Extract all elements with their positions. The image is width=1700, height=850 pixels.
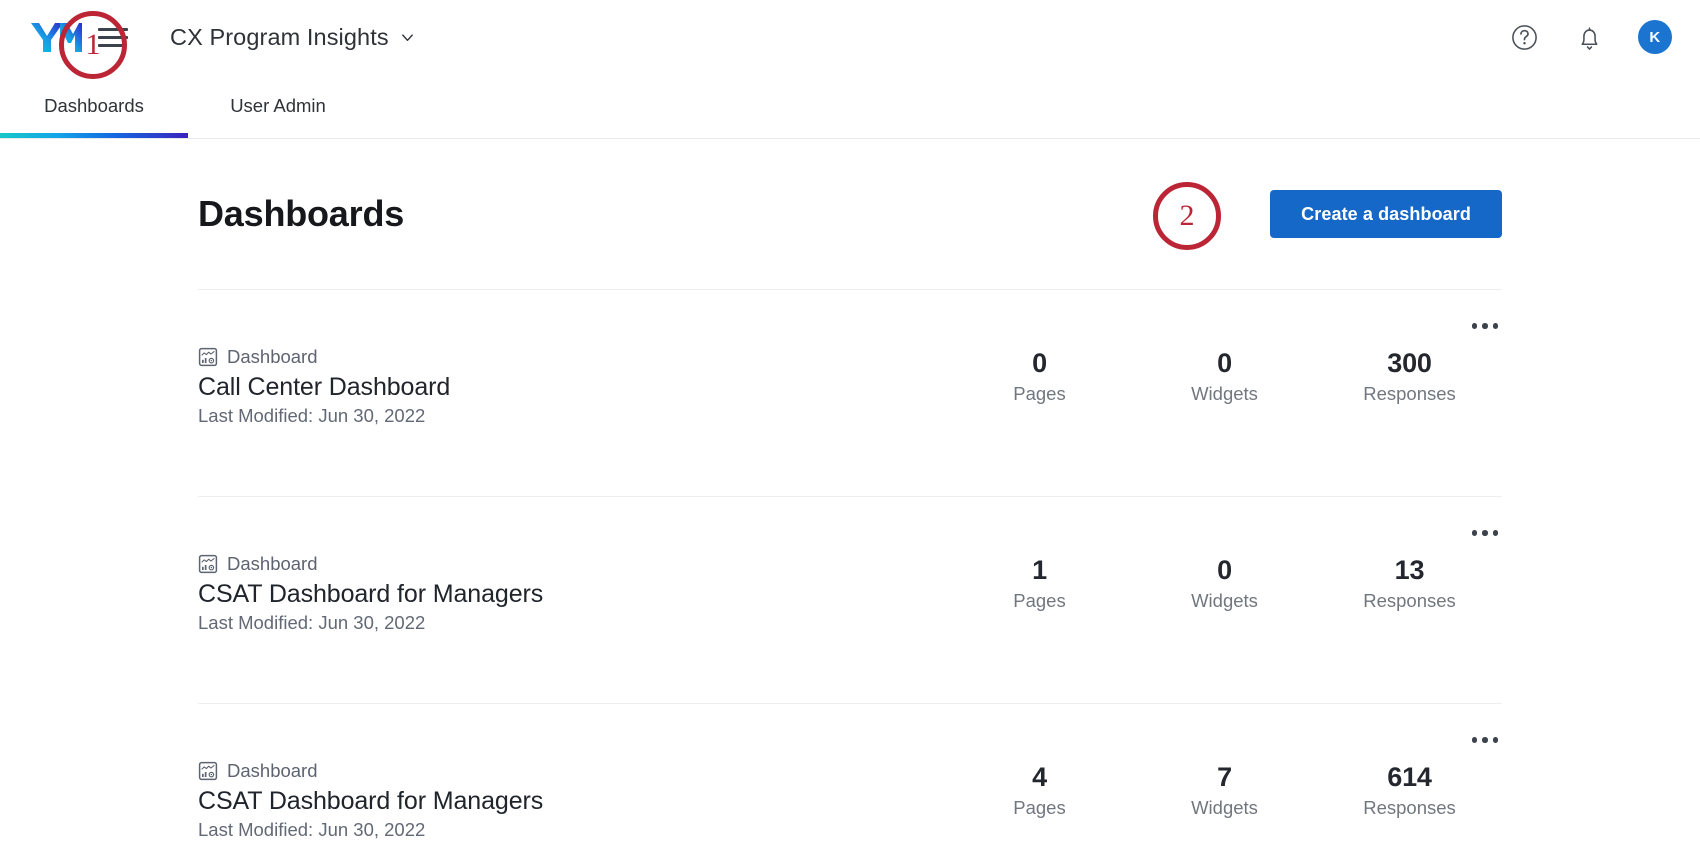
dashboard-icon [198,554,218,574]
dot [1482,323,1488,329]
create-dashboard-button[interactable]: Create a dashboard [1270,190,1502,238]
stat-label: Responses [1363,382,1456,404]
table-row[interactable]: Dashboard CSAT Dashboard for Managers La… [198,704,1502,850]
stat-responses: 13 Responses [1317,555,1502,612]
stat-label: Pages [1013,796,1066,818]
avatar[interactable]: K [1638,20,1672,54]
stat-responses: 614 Responses [1317,762,1502,819]
dot [1471,737,1478,743]
row-primary: Dashboard CSAT Dashboard for Managers La… [198,531,543,634]
table-row[interactable]: Dashboard CSAT Dashboard for Managers La… [198,497,1502,703]
row-name[interactable]: Call Center Dashboard [198,373,450,402]
dot [1492,737,1499,743]
row-modified: Last Modified: Jun 30, 2022 [198,819,426,840]
hamburger-menu-icon[interactable] [98,26,128,48]
row-kind: Dashboard [198,346,450,368]
stat-widgets: 7 Widgets [1132,762,1317,819]
page-header: Dashboards Create a dashboard [0,139,1700,289]
stat-label: Responses [1363,796,1456,818]
tab-bar: Dashboards User Admin [0,74,1700,139]
row-name[interactable]: CSAT Dashboard for Managers [198,580,543,609]
table-row[interactable]: Dashboard Call Center Dashboard Last Mod… [198,290,1502,496]
dashboard-list: Dashboard Call Center Dashboard Last Mod… [0,289,1700,850]
top-bar: CX Program Insights K 1 [0,0,1700,79]
app-switcher[interactable]: CX Program Insights [170,24,415,51]
top-bar-actions: K [1508,20,1672,54]
row-stats: 1 Pages 0 Widgets 13 Responses [947,531,1502,612]
row-primary: Dashboard Call Center Dashboard Last Mod… [198,324,450,427]
stat-pages: 1 Pages [947,555,1132,612]
stat-label: Responses [1363,589,1456,611]
page-title: Dashboards [198,193,405,234]
tab-user-admin[interactable]: User Admin [188,74,368,138]
chevron-down-icon [400,30,415,45]
page-content: Dashboards Create a dashboard Dashboard … [0,139,1700,850]
dashboard-icon [198,761,218,781]
xm-logo[interactable] [30,19,82,55]
dot [1471,530,1478,536]
stat-value: 0 [1032,348,1047,378]
dashboard-icon [198,347,218,367]
stat-value: 13 [1394,555,1425,585]
stat-value: 614 [1387,762,1432,792]
stat-value: 1 [1032,555,1047,585]
more-options-icon[interactable] [1468,726,1502,754]
row-kind-label: Dashboard [227,346,318,367]
tab-label: User Admin [230,95,326,116]
stat-value: 300 [1387,348,1432,378]
stat-value: 7 [1217,762,1232,792]
stat-widgets: 0 Widgets [1132,555,1317,612]
page-header-actions: Create a dashboard [1270,190,1502,238]
row-modified: Last Modified: Jun 30, 2022 [198,612,426,633]
row-kind-label: Dashboard [227,553,318,574]
dot [1482,530,1488,536]
stat-label: Widgets [1191,796,1258,818]
hamburger-line [98,27,128,31]
row-primary: Dashboard CSAT Dashboard for Managers La… [198,738,543,841]
stat-label: Widgets [1191,382,1258,404]
app-title: CX Program Insights [170,23,389,50]
row-kind: Dashboard [198,760,543,782]
stat-label: Pages [1013,589,1066,611]
row-stats: 0 Pages 0 Widgets 300 Responses [947,324,1502,405]
hamburger-line [98,43,123,47]
dot [1492,323,1499,329]
stat-label: Pages [1013,382,1066,404]
row-kind-label: Dashboard [227,760,318,781]
more-options-icon[interactable] [1468,312,1502,340]
tab-dashboards[interactable]: Dashboards [0,74,188,138]
stat-pages: 0 Pages [947,348,1132,405]
row-stats: 4 Pages 7 Widgets 614 Responses [947,738,1502,819]
stat-label: Widgets [1191,589,1258,611]
dot [1482,737,1488,743]
stat-value: 4 [1032,762,1047,792]
stat-value: 0 [1217,348,1232,378]
stat-widgets: 0 Widgets [1132,348,1317,405]
stat-pages: 4 Pages [947,762,1132,819]
stat-value: 0 [1217,555,1232,585]
dot [1471,323,1478,329]
tab-active-underline [0,133,188,138]
hamburger-line [98,35,128,39]
brand-group [30,19,128,55]
question-mark-circle-icon[interactable] [1508,21,1541,54]
row-name[interactable]: CSAT Dashboard for Managers [198,787,543,816]
stat-responses: 300 Responses [1317,348,1502,405]
row-kind: Dashboard [198,553,543,575]
dot [1492,530,1499,536]
more-options-icon[interactable] [1468,519,1502,547]
app-root: CX Program Insights K 1 Dashboards User … [0,0,1700,850]
bell-icon[interactable] [1573,21,1606,54]
xm-logo-mark [31,23,82,52]
row-modified: Last Modified: Jun 30, 2022 [198,405,426,426]
tab-label: Dashboards [44,95,144,116]
